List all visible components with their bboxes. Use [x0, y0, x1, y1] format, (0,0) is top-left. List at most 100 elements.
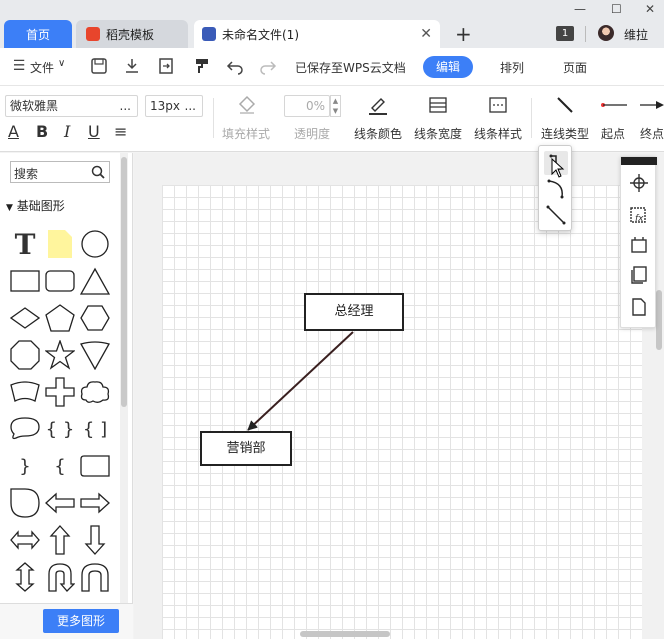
node-marketing-label: 营销部 — [226, 441, 266, 456]
shapes-scrollbar-thumb[interactable] — [121, 157, 127, 407]
hamburger-icon[interactable]: ☰ — [10, 57, 28, 75]
triangle-shape-icon[interactable] — [80, 266, 110, 296]
docer-logo-icon — [86, 27, 100, 41]
maximize-icon[interactable]: ☐ — [611, 2, 622, 16]
line-color-icon[interactable] — [367, 94, 389, 116]
start-point-icon[interactable] — [600, 94, 628, 116]
tab-template[interactable]: 稻壳模板 — [76, 20, 188, 48]
chevron-down-icon[interactable]: ∨ — [58, 58, 65, 69]
canvas-vertical-scrollbar[interactable] — [656, 290, 662, 350]
node-marketing[interactable]: 营销部 — [200, 431, 292, 466]
page-size-icon[interactable] — [629, 235, 649, 255]
connector-straight-option[interactable] — [544, 203, 568, 227]
connector-curved-option[interactable] — [544, 177, 568, 201]
undo-icon[interactable] — [226, 57, 244, 75]
canvas-horizontal-scrollbar[interactable] — [300, 631, 390, 637]
save-icon[interactable] — [90, 57, 108, 75]
funnel-shape-icon[interactable] — [80, 340, 110, 370]
page-icon[interactable] — [629, 297, 649, 317]
new-tab-icon[interactable]: + — [455, 22, 472, 46]
tab-document[interactable]: 未命名文件(1) ✕ — [194, 20, 440, 48]
end-point-icon[interactable] — [638, 94, 664, 116]
line-style-icon[interactable] — [487, 94, 509, 116]
more-shapes-button[interactable]: 更多图形 — [43, 609, 119, 633]
circle-shape-icon[interactable] — [80, 229, 110, 259]
divider — [531, 98, 532, 138]
font-family-select[interactable]: 微软雅黑 ... — [5, 95, 138, 117]
arc-band-shape-icon[interactable] — [10, 377, 40, 407]
rectangle-shape-icon[interactable] — [10, 266, 40, 296]
edit-tab[interactable]: 编辑 — [423, 56, 473, 78]
format-painter-icon[interactable] — [193, 57, 211, 75]
opacity-input[interactable]: 0% — [284, 95, 330, 117]
pentagon-shape-icon[interactable] — [45, 303, 75, 333]
diamond-shape-icon[interactable] — [10, 303, 40, 333]
up-down-arrow-shape-icon[interactable] — [10, 562, 40, 592]
line-width-label[interactable]: 线条宽度 — [414, 125, 462, 142]
right-brace-shape-icon[interactable]: } — [10, 451, 40, 481]
tab-shape-icon[interactable] — [80, 451, 110, 481]
fill-style-label[interactable]: 填充样式 — [222, 125, 270, 142]
octagon-shape-icon[interactable] — [10, 340, 40, 370]
node-general-manager[interactable]: 总经理 — [304, 293, 404, 331]
braces-shape-icon[interactable]: { } — [45, 414, 75, 444]
export-icon[interactable] — [157, 57, 175, 75]
page-tab[interactable]: 页面 — [563, 59, 587, 76]
minimize-icon[interactable]: — — [574, 2, 586, 16]
connector-type-label[interactable]: 连线类型 — [541, 125, 589, 142]
star-shape-icon[interactable] — [45, 340, 75, 370]
bold-icon[interactable]: B — [36, 122, 48, 141]
tab-home[interactable]: 首页 — [4, 20, 72, 48]
line-color-label[interactable]: 线条颜色 — [354, 125, 402, 142]
line-style-label[interactable]: 线条样式 — [474, 125, 522, 142]
file-menu[interactable]: 文件 — [30, 59, 54, 76]
u-turn-arrow-shape-icon[interactable] — [45, 562, 75, 592]
download-icon[interactable] — [123, 57, 141, 75]
note-shape-icon[interactable] — [45, 229, 75, 259]
text-shape-icon[interactable]: T — [10, 228, 40, 261]
navigator-icon[interactable] — [629, 173, 649, 193]
brace-bracket-shape-icon[interactable]: { ] — [80, 414, 110, 444]
connector-type-icon[interactable] — [554, 94, 576, 116]
transparency-label[interactable]: 透明度 — [294, 125, 330, 142]
canvas-area[interactable] — [134, 153, 664, 639]
fill-bucket-icon[interactable] — [236, 94, 258, 116]
left-arrow-shape-icon[interactable] — [45, 488, 75, 518]
avatar[interactable] — [598, 25, 614, 41]
italic-icon[interactable]: I — [64, 122, 70, 141]
opacity-stepper[interactable]: ▲ ▼ — [330, 95, 341, 117]
hexagon-shape-icon[interactable] — [80, 303, 110, 333]
align-icon[interactable]: ≡ — [114, 122, 127, 141]
font-size-select[interactable]: 13px ... — [145, 95, 203, 117]
redo-icon[interactable] — [259, 57, 277, 75]
arrange-tab[interactable]: 排列 — [500, 59, 524, 76]
divider — [213, 98, 214, 138]
left-right-arrow-shape-icon[interactable] — [10, 525, 40, 555]
tear-shape-icon[interactable] — [10, 488, 40, 518]
window-count-badge[interactable]: 1 — [556, 26, 574, 41]
end-point-label[interactable]: 终点 — [640, 125, 664, 142]
font-color-icon[interactable]: A — [8, 122, 19, 141]
down-arrow-shape-icon[interactable] — [80, 525, 110, 555]
cross-shape-icon[interactable] — [45, 377, 75, 407]
cloud-shape-icon[interactable] — [80, 377, 110, 407]
up-arrow-shape-icon[interactable] — [45, 525, 75, 555]
flowchart-file-icon — [202, 27, 216, 41]
user-name[interactable]: 维拉 — [624, 26, 648, 43]
close-window-icon[interactable]: ✕ — [645, 2, 655, 16]
drawing-page[interactable] — [162, 185, 642, 639]
search-icon[interactable] — [91, 165, 105, 179]
start-point-label[interactable]: 起点 — [601, 125, 625, 142]
rounded-rectangle-shape-icon[interactable] — [45, 266, 75, 296]
copy-style-icon[interactable] — [629, 265, 649, 285]
image-style-icon[interactable]: fx — [629, 205, 649, 225]
section-basic-shapes[interactable]: ▼ 基础图形 — [6, 197, 65, 214]
speech-bubble-shape-icon[interactable] — [10, 414, 40, 444]
right-arrow-shape-icon[interactable] — [80, 488, 110, 518]
search-input[interactable]: 搜索 — [10, 161, 110, 183]
arch-shape-icon[interactable] — [80, 562, 110, 592]
left-brace-shape-icon[interactable]: { — [45, 451, 75, 481]
line-width-icon[interactable] — [427, 94, 449, 116]
underline-icon[interactable]: U — [88, 122, 100, 141]
close-tab-icon[interactable]: ✕ — [420, 26, 432, 42]
